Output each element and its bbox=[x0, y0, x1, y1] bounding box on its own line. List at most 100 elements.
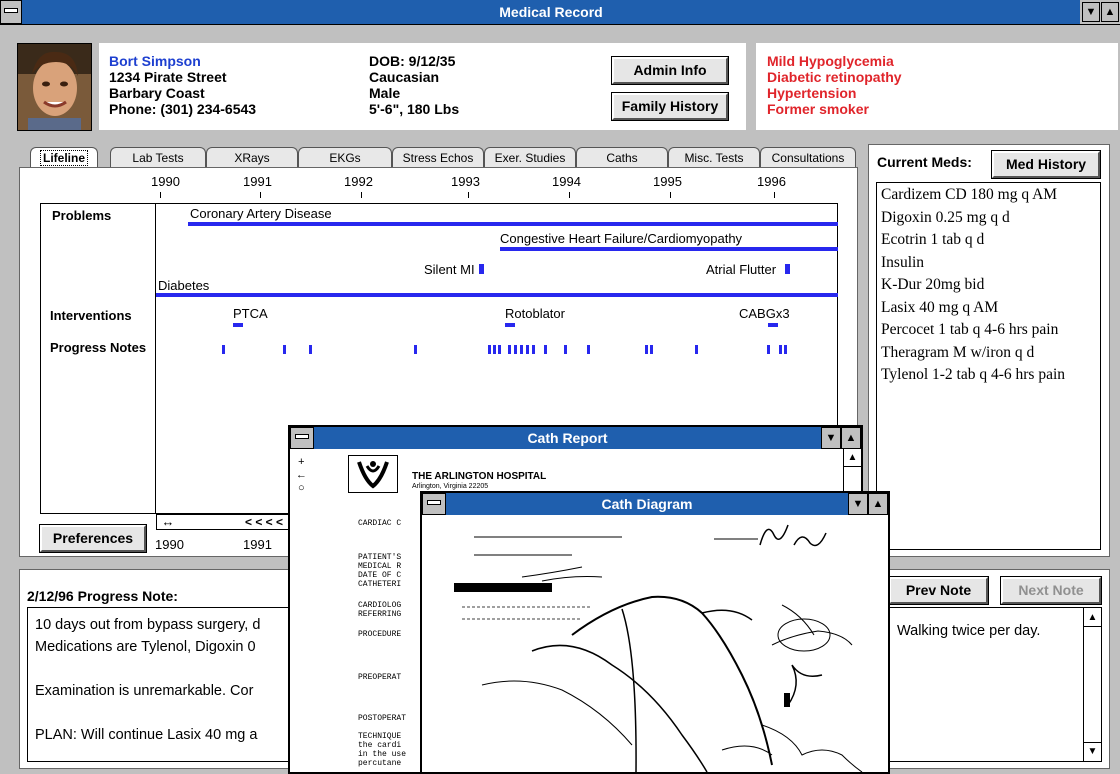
admin-info-button[interactable]: Admin Info bbox=[612, 57, 728, 84]
year-label: 1996 bbox=[757, 174, 786, 189]
patient-race: Caucasian bbox=[369, 69, 440, 85]
preferences-button[interactable]: Preferences bbox=[40, 525, 146, 552]
progress-note-mark[interactable] bbox=[514, 345, 517, 354]
scroll-double-arrow-icon[interactable]: ↔ bbox=[157, 515, 179, 529]
cath-diagram-system-menu[interactable] bbox=[422, 493, 446, 515]
progress-note-mark[interactable] bbox=[564, 345, 567, 354]
intervention-marker[interactable] bbox=[505, 323, 515, 327]
doc-line: in the use bbox=[358, 750, 407, 759]
med-item[interactable]: Insulin bbox=[881, 252, 1096, 275]
problem-label[interactable]: Silent MI bbox=[424, 262, 475, 277]
progress-note-mark[interactable] bbox=[222, 345, 225, 354]
scroll-down-arrow-icon[interactable]: ▼ bbox=[1084, 742, 1101, 761]
intervention-label[interactable]: Rotoblator bbox=[505, 306, 565, 321]
problem-label[interactable]: Congestive Heart Failure/Cardiomyopathy bbox=[500, 231, 742, 246]
doc-line: CATHETERI bbox=[358, 580, 402, 589]
problem-label[interactable]: Diabetes bbox=[158, 278, 209, 293]
cath-report-title: Cath Report bbox=[314, 427, 821, 449]
cath-diagram-maximize[interactable]: ▲ bbox=[868, 493, 888, 515]
tab-stress-echos[interactable]: Stress Echos bbox=[392, 147, 484, 167]
progress-note-mark[interactable] bbox=[414, 345, 417, 354]
progress-note-mark[interactable] bbox=[695, 345, 698, 354]
tab-exer-studies[interactable]: Exer. Studies bbox=[484, 147, 576, 167]
med-item[interactable]: Digoxin 0.25 mg q d bbox=[881, 207, 1096, 230]
meds-list[interactable]: Cardizem CD 180 mg q AM Digoxin 0.25 mg … bbox=[876, 182, 1101, 550]
patient-height-weight: 5'-6", 180 Lbs bbox=[369, 101, 460, 117]
intervention-label[interactable]: CABGx3 bbox=[739, 306, 790, 321]
cath-report-minimize[interactable]: ▼ bbox=[821, 427, 841, 449]
tab-misc-tests[interactable]: Misc. Tests bbox=[668, 147, 760, 167]
progress-note-mark[interactable] bbox=[532, 345, 535, 354]
tab-consultations[interactable]: Consultations bbox=[760, 147, 856, 167]
problem-marker[interactable] bbox=[479, 264, 484, 274]
tab-caths[interactable]: Caths bbox=[576, 147, 668, 167]
progress-note-mark[interactable] bbox=[767, 345, 770, 354]
year-label: 1993 bbox=[451, 174, 480, 189]
timeline-divider bbox=[155, 203, 156, 514]
med-item[interactable]: Lasix 40 mg q AM bbox=[881, 297, 1096, 320]
progress-note-mark[interactable] bbox=[645, 345, 648, 354]
cath-diagram-title: Cath Diagram bbox=[446, 493, 848, 515]
progress-note-mark[interactable] bbox=[544, 345, 547, 354]
progress-note-mark[interactable] bbox=[784, 345, 787, 354]
med-item[interactable]: K-Dur 20mg bid bbox=[881, 274, 1096, 297]
next-note-button[interactable]: Next Note bbox=[1001, 577, 1101, 604]
med-item[interactable]: Tylenol 1-2 tab q 4-6 hrs pain bbox=[881, 364, 1096, 387]
tab-xrays[interactable]: XRays bbox=[206, 147, 298, 167]
doc-line: CARDIOLOG bbox=[358, 601, 402, 610]
cath-report-maximize[interactable]: ▲ bbox=[841, 427, 861, 449]
med-item[interactable]: Ecotrin 1 tab q d bbox=[881, 229, 1096, 252]
prev-note-button[interactable]: Prev Note bbox=[889, 577, 988, 604]
med-item[interactable]: Percocet 1 tab q 4-6 hrs pain bbox=[881, 319, 1096, 342]
progress-note-mark[interactable] bbox=[283, 345, 286, 354]
progress-note-mark[interactable] bbox=[526, 345, 529, 354]
progress-note-mark[interactable] bbox=[309, 345, 312, 354]
progress-note-mark[interactable] bbox=[650, 345, 653, 354]
progress-note-mark[interactable] bbox=[779, 345, 782, 354]
intervention-label[interactable]: PTCA bbox=[233, 306, 268, 321]
hospital-name: THE ARLINGTON HOSPITAL bbox=[412, 471, 547, 482]
tab-ekgs[interactable]: EKGs bbox=[298, 147, 392, 167]
problem-marker[interactable] bbox=[785, 264, 790, 274]
note-line: 10 days out from bypass surgery, d bbox=[35, 617, 261, 633]
cath-diagram-minimize[interactable]: ▼ bbox=[848, 493, 868, 515]
doc-line: DATE OF C bbox=[358, 571, 402, 580]
cath-diagram-window: Cath Diagram ▼ ▲ bbox=[420, 491, 890, 774]
problem-label[interactable]: Atrial Flutter bbox=[706, 262, 776, 277]
progress-note-mark[interactable] bbox=[493, 345, 496, 354]
doc-line: PATIENT'S bbox=[358, 553, 402, 562]
family-history-button[interactable]: Family History bbox=[612, 93, 728, 120]
problem-bar[interactable] bbox=[500, 247, 838, 251]
tab-lab-tests[interactable]: Lab Tests bbox=[110, 147, 206, 167]
year-label: 1994 bbox=[552, 174, 581, 189]
scroll-arrows[interactable]: < < < < bbox=[245, 515, 283, 529]
problem-bar[interactable] bbox=[188, 222, 838, 226]
med-item[interactable]: Theragram M w/iron q d bbox=[881, 342, 1096, 365]
tab-lifeline[interactable]: Lifeline bbox=[30, 147, 98, 167]
progress-note-mark[interactable] bbox=[498, 345, 501, 354]
scroll-up-arrow-icon[interactable]: ▲ bbox=[1084, 609, 1101, 627]
cath-report-system-menu[interactable] bbox=[290, 427, 314, 449]
progress-note-title: 2/12/96 Progress Note: bbox=[27, 588, 178, 604]
problem-bar[interactable] bbox=[156, 293, 838, 297]
doc-line: the cardi bbox=[358, 741, 402, 750]
maximize-button[interactable]: ▲ bbox=[1101, 2, 1119, 22]
progress-note-mark[interactable] bbox=[488, 345, 491, 354]
intervention-marker[interactable] bbox=[233, 323, 243, 327]
minimize-button[interactable]: ▼ bbox=[1082, 2, 1100, 22]
scroll-up-arrow-icon[interactable]: ▲ bbox=[844, 449, 861, 467]
intervention-marker[interactable] bbox=[768, 323, 778, 327]
med-history-button[interactable]: Med History bbox=[992, 151, 1100, 178]
med-item[interactable]: Cardizem CD 180 mg q AM bbox=[881, 184, 1096, 207]
hospital-logo bbox=[348, 455, 398, 493]
progress-note-mark[interactable] bbox=[508, 345, 511, 354]
system-menu-button[interactable] bbox=[0, 0, 22, 24]
progress-note-mark[interactable] bbox=[520, 345, 523, 354]
note-right-text: Walking twice per day. bbox=[897, 623, 1041, 639]
problem-label[interactable]: Coronary Artery Disease bbox=[190, 206, 332, 221]
conditions-list: Mild Hypoglycemia Diabetic retinopathy H… bbox=[767, 53, 902, 117]
progress-note-mark[interactable] bbox=[587, 345, 590, 354]
patient-sex: Male bbox=[369, 85, 401, 101]
note-scrollbar[interactable] bbox=[1083, 608, 1101, 761]
doc-line: POSTOPERAT bbox=[358, 714, 407, 723]
